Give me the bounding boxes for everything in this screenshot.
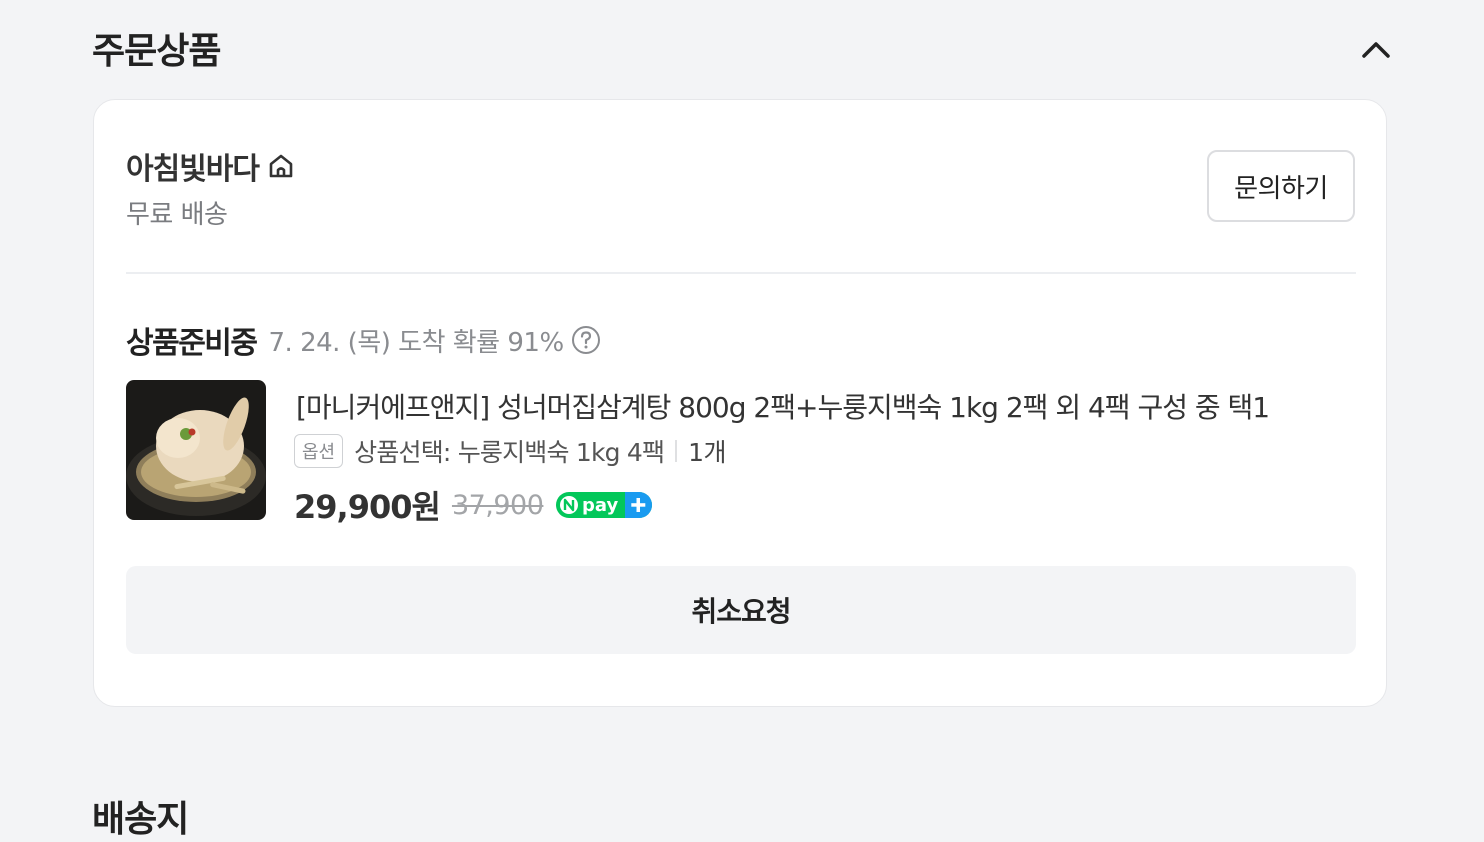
question-circle-icon[interactable] (570, 324, 602, 356)
sale-price: 29,900원 (294, 488, 441, 526)
price-row: 29,900원 37,900 pay (294, 482, 653, 528)
option-separator (675, 440, 678, 462)
store-name-label: 아침빛바다 (126, 152, 260, 187)
delivery-status-row: 상품준비중 7. 24. (목) 도착 확률 91% (126, 318, 602, 362)
npay-plus-badge: pay (555, 491, 653, 519)
option-badge: 옵션 (294, 434, 344, 468)
cancel-request-button[interactable]: 취소요청 (126, 566, 1356, 654)
option-text: 상품선택: 누룽지백숙 1kg 4팩 (354, 438, 665, 467)
original-price: 37,900 (451, 489, 544, 521)
order-section-title: 주문상품 (92, 31, 221, 72)
product-title[interactable]: [마니커에프앤지] 성너머집삼계탕 800g 2팩+누룽지백숙 1kg 2팩 외… (296, 386, 1270, 426)
home-icon (265, 150, 297, 182)
product-thumbnail[interactable] (126, 380, 266, 520)
arrival-estimate: 7. 24. (목) 도착 확률 91% (268, 327, 565, 358)
order-card: 아침빛바다 무료 배송 문의하기 상품준비중 7. 24. (목) 도착 확률 … (93, 99, 1387, 707)
samgyetang-image (126, 380, 266, 520)
product-option-row: 옵션 상품선택: 누룽지백숙 1kg 4팩 1개 (294, 433, 727, 469)
chevron-up-icon (1362, 42, 1390, 58)
shipping-fee: 무료 배송 (126, 200, 228, 230)
divider (126, 272, 1356, 274)
svg-text:pay: pay (582, 495, 618, 516)
inquiry-button[interactable]: 문의하기 (1207, 150, 1355, 222)
collapse-button[interactable] (1356, 32, 1396, 66)
shipping-section-title: 배송지 (92, 799, 189, 840)
store-name[interactable]: 아침빛바다 (126, 144, 297, 188)
order-status: 상품준비중 (126, 326, 258, 361)
quantity: 1개 (688, 438, 727, 467)
